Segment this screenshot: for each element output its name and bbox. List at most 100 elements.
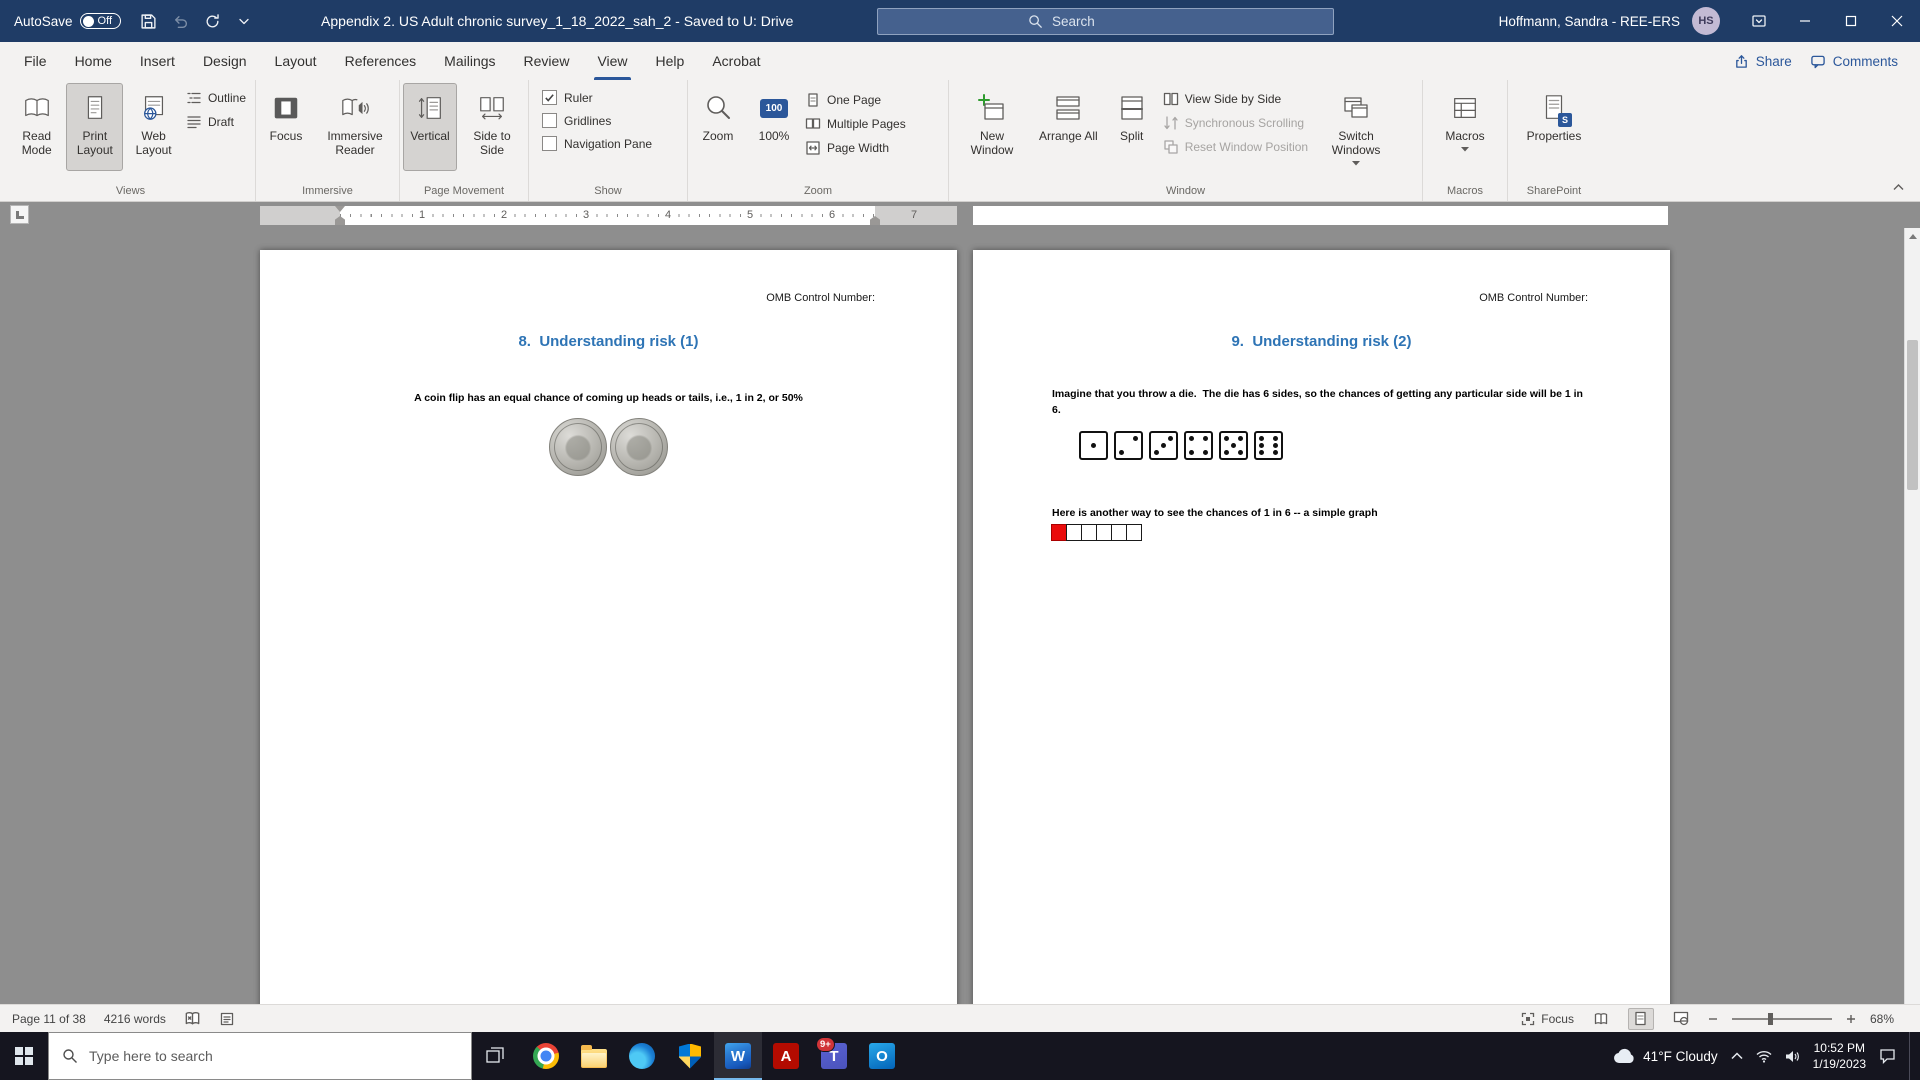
macros-button[interactable]: Macros — [1438, 83, 1492, 171]
print-layout-view-button[interactable] — [1628, 1008, 1654, 1030]
scroll-up-button[interactable] — [1905, 228, 1920, 244]
minimize-button[interactable] — [1782, 0, 1828, 42]
user-avatar[interactable]: HS — [1692, 7, 1720, 35]
read-mode-view-button[interactable] — [1588, 1008, 1614, 1030]
outline-button[interactable]: Outline — [184, 89, 252, 107]
tab-review[interactable]: Review — [510, 42, 584, 80]
checkbox-ruler[interactable]: Ruler — [542, 90, 652, 105]
accessibility-checker-button[interactable] — [219, 1011, 235, 1027]
checkbox-gridlines[interactable]: Gridlines — [542, 113, 652, 128]
tab-home[interactable]: Home — [61, 42, 126, 80]
tab-file[interactable]: File — [10, 42, 61, 80]
switch-windows-button[interactable]: Switch Windows — [1316, 83, 1396, 171]
zoom-100-button[interactable]: 100 100% — [747, 83, 801, 171]
tab-view[interactable]: View — [583, 42, 641, 80]
scrollbar-thumb[interactable] — [1907, 340, 1918, 490]
network-button[interactable] — [1756, 1050, 1772, 1063]
web-layout-view-button[interactable] — [1668, 1008, 1694, 1030]
taskbar-app-file-explorer[interactable] — [570, 1032, 618, 1080]
tab-acrobat[interactable]: Acrobat — [698, 42, 774, 80]
taskbar-apps: WAT9+O — [522, 1032, 906, 1080]
multiple-pages-button[interactable]: Multiple Pages — [803, 115, 912, 133]
taskbar-app-teams[interactable]: T9+ — [810, 1032, 858, 1080]
graph-cell — [1096, 524, 1112, 541]
weather-widget[interactable]: 41°F Cloudy — [1613, 1048, 1717, 1064]
tab-insert[interactable]: Insert — [126, 42, 189, 80]
focus-button[interactable]: Focus — [259, 83, 313, 171]
taskbar-app-edge[interactable] — [618, 1032, 666, 1080]
read-mode-button[interactable]: Read Mode — [9, 83, 64, 171]
document-page-9[interactable]: OMB Control Number: 9. Understanding ris… — [973, 250, 1670, 1004]
zoom-percentage[interactable]: 68% — [1870, 1012, 1894, 1026]
minus-icon — [1708, 1014, 1718, 1024]
task-view-button[interactable] — [472, 1032, 518, 1080]
immersive-reader-button[interactable]: Immersive Reader — [315, 83, 395, 171]
user-name[interactable]: Hoffmann, Sandra - REE-ERS — [1499, 14, 1680, 29]
close-button[interactable] — [1874, 0, 1920, 42]
clock-widget[interactable]: 10:52 PM 1/19/2023 — [1813, 1040, 1866, 1072]
taskbar-app-acrobat[interactable]: A — [762, 1032, 810, 1080]
vertical-scrollbar[interactable] — [1904, 228, 1920, 1004]
tab-help[interactable]: Help — [642, 42, 699, 80]
properties-button[interactable]: S Properties — [1522, 83, 1587, 171]
maximize-button[interactable] — [1828, 0, 1874, 42]
undo-button[interactable] — [165, 6, 195, 36]
arrange-all-button[interactable]: Arrange All — [1034, 83, 1103, 171]
zoom-button[interactable]: Zoom — [691, 83, 745, 171]
chevron-down-icon — [239, 18, 249, 25]
taskbar-app-outlook[interactable]: O — [858, 1032, 906, 1080]
reset-window-position-button: Reset Window Position — [1161, 138, 1314, 156]
action-center-button[interactable] — [1879, 1048, 1896, 1064]
one-page-icon — [805, 92, 821, 108]
collapse-ribbon-button[interactable] — [1886, 178, 1910, 196]
autosave-pill: Off — [80, 13, 121, 29]
zoom-out-button[interactable] — [1708, 1014, 1718, 1024]
show-desktop-button[interactable] — [1909, 1032, 1914, 1080]
tab-stop-selector[interactable] — [10, 205, 29, 224]
zoom-in-button[interactable] — [1846, 1014, 1856, 1024]
page-indicator[interactable]: Page 11 of 38 — [12, 1012, 86, 1026]
coin-heads-image — [549, 418, 607, 476]
zoom-slider-thumb[interactable] — [1768, 1013, 1773, 1025]
page-width-button[interactable]: Page Width — [803, 139, 912, 157]
tab-references[interactable]: References — [331, 42, 431, 80]
word-count[interactable]: 4216 words — [104, 1012, 166, 1026]
taskbar-app-word[interactable]: W — [714, 1032, 762, 1080]
graph-cell — [1126, 524, 1142, 541]
qat-customize-button[interactable] — [229, 6, 259, 36]
split-button[interactable]: Split — [1105, 83, 1159, 171]
taskbar-search[interactable]: Type here to search — [48, 1032, 472, 1080]
tab-mailings[interactable]: Mailings — [430, 42, 509, 80]
ribbon-display-options-button[interactable] — [1736, 0, 1782, 42]
one-page-button[interactable]: One Page — [803, 91, 912, 109]
proofing-errors-button[interactable] — [184, 1010, 201, 1027]
share-button[interactable]: Share — [1734, 54, 1792, 69]
taskbar-app-security[interactable] — [666, 1032, 714, 1080]
taskbar-app-chrome[interactable] — [522, 1032, 570, 1080]
draft-button[interactable]: Draft — [184, 113, 252, 131]
comments-button[interactable]: Comments — [1810, 54, 1898, 69]
document-canvas[interactable]: OMB Control Number: 8. Understanding ris… — [0, 228, 1920, 1004]
new-window-button[interactable]: New Window — [952, 83, 1032, 171]
web-layout-button[interactable]: Web Layout — [125, 83, 182, 171]
vertical-button[interactable]: Vertical — [403, 83, 457, 171]
ruler-number: 5 — [744, 208, 756, 223]
print-layout-button[interactable]: Print Layout — [66, 83, 123, 171]
hidden-icons-button[interactable] — [1731, 1052, 1743, 1060]
checkbox-navigation-pane[interactable]: Navigation Pane — [542, 136, 652, 151]
tab-layout[interactable]: Layout — [261, 42, 331, 80]
redo-button[interactable] — [197, 6, 227, 36]
focus-mode-button[interactable]: Focus — [1521, 1012, 1574, 1026]
undo-icon — [172, 13, 189, 30]
save-button[interactable] — [133, 6, 163, 36]
start-button[interactable] — [0, 1032, 48, 1080]
zoom-slider[interactable] — [1732, 1018, 1832, 1020]
side-to-side-button[interactable]: Side to Side — [459, 83, 525, 171]
titlebar-search[interactable]: Search — [877, 8, 1334, 35]
document-page-8[interactable]: OMB Control Number: 8. Understanding ris… — [260, 250, 957, 1004]
tab-design[interactable]: Design — [189, 42, 261, 80]
volume-button[interactable] — [1785, 1050, 1800, 1063]
view-side-by-side-button[interactable]: View Side by Side — [1161, 90, 1314, 108]
autosave-toggle[interactable]: AutoSave Off — [14, 13, 121, 29]
ruler-strip-left[interactable]: 1234567 — [260, 206, 957, 225]
